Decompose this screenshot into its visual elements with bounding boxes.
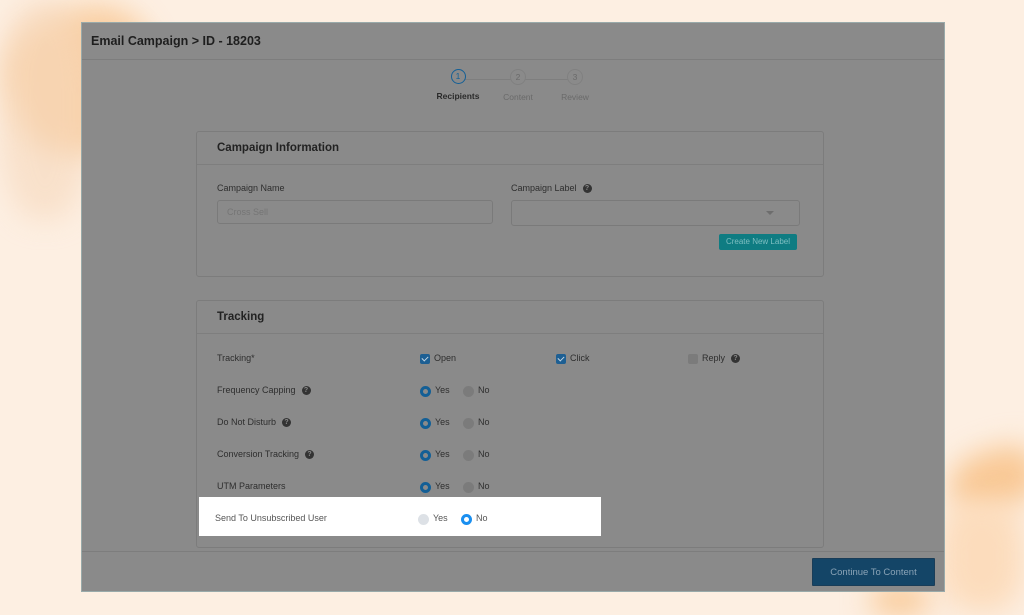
help-icon[interactable]: ? — [301, 386, 311, 396]
card-title: Tracking — [217, 311, 265, 323]
breadcrumb: Email Campaign > ID - 18203 — [91, 34, 261, 48]
tracking-open-option[interactable]: Open — [420, 351, 456, 365]
radio-selected[interactable] — [420, 417, 431, 429]
campaign-name-input[interactable] — [217, 200, 493, 224]
option-label: Yes — [435, 417, 450, 427]
step-recipients[interactable]: 1 Recipients — [428, 69, 488, 101]
checkbox-checked[interactable] — [420, 354, 430, 364]
option-label: Click — [570, 353, 590, 363]
campaign-name-label: Campaign Name — [217, 183, 285, 193]
option-label: No — [478, 417, 490, 427]
card-header: Campaign Information — [197, 132, 823, 165]
step-number: 2 — [510, 69, 526, 85]
tracking-click-option[interactable]: Click — [556, 351, 590, 365]
tracking-reply-option[interactable]: Reply ? — [688, 351, 741, 365]
step-number: 3 — [567, 69, 583, 85]
background-decoration — [940, 500, 1024, 612]
row-label: Send To Unsubscribed User — [215, 513, 327, 523]
no-option[interactable]: No — [463, 479, 490, 493]
option-label: Open — [434, 353, 457, 363]
conversion-tracking-row: Conversion Tracking? Yes No — [197, 447, 823, 463]
campaign-label-text: Campaign Label — [511, 183, 577, 193]
no-option[interactable]: No — [463, 415, 490, 429]
step-label: Review — [561, 92, 589, 102]
campaign-label-select[interactable] — [511, 200, 800, 226]
tracking-row: Tracking* Open Click Reply ? — [197, 351, 823, 367]
card-header: Tracking — [197, 301, 823, 334]
radio-unselected[interactable] — [463, 417, 474, 429]
do-not-disturb-row: Do Not Disturb? Yes No — [197, 415, 823, 431]
help-icon[interactable]: ? — [731, 353, 741, 363]
yes-option[interactable]: Yes — [418, 511, 448, 525]
yes-option[interactable]: Yes — [420, 447, 450, 461]
tracking-label: Tracking* — [217, 353, 255, 363]
radio-selected[interactable] — [420, 481, 431, 493]
frequency-capping-row: Frequency Capping? Yes No — [197, 383, 823, 399]
checkbox-unchecked[interactable] — [688, 354, 698, 364]
create-new-label-button[interactable]: Create New Label — [719, 234, 797, 250]
window-header: Email Campaign > ID - 18203 — [82, 23, 944, 60]
option-label: No — [478, 385, 490, 395]
step-content[interactable]: 2 Content — [488, 69, 548, 102]
radio-unselected[interactable] — [463, 481, 474, 493]
step-number: 1 — [450, 69, 466, 84]
row-label: Conversion Tracking? — [217, 447, 315, 461]
yes-option[interactable]: Yes — [420, 415, 450, 429]
card-title: Campaign Information — [217, 142, 340, 154]
radio-selected[interactable] — [420, 385, 431, 397]
step-label: Recipients — [436, 91, 480, 101]
option-label: Yes — [435, 385, 450, 395]
background-decoration — [0, 0, 90, 220]
no-option[interactable]: No — [461, 511, 488, 525]
radio-unselected[interactable] — [418, 513, 429, 525]
row-label: Frequency Capping? — [217, 383, 311, 397]
option-label: No — [476, 513, 488, 523]
yes-option[interactable]: Yes — [420, 479, 450, 493]
campaign-label-label: Campaign Label? — [511, 183, 592, 194]
utm-parameters-row: UTM Parameters Yes No — [197, 479, 823, 495]
help-icon[interactable]: ? — [282, 418, 292, 428]
radio-unselected[interactable] — [463, 449, 474, 461]
help-icon[interactable]: ? — [582, 184, 592, 194]
chevron-down-icon — [766, 211, 774, 215]
row-label: UTM Parameters — [217, 481, 286, 491]
radio-selected[interactable] — [420, 449, 431, 461]
option-label: No — [478, 449, 490, 459]
step-review[interactable]: 3 Review — [545, 69, 605, 102]
radio-selected[interactable] — [461, 513, 472, 525]
yes-option[interactable]: Yes — [420, 383, 450, 397]
option-label: Reply — [702, 353, 726, 363]
no-option[interactable]: No — [463, 383, 490, 397]
option-label: No — [478, 481, 490, 491]
row-label: Do Not Disturb? — [217, 415, 292, 429]
option-label: Yes — [435, 449, 450, 459]
radio-unselected[interactable] — [463, 385, 474, 397]
step-label: Content — [503, 92, 533, 102]
checkbox-checked[interactable] — [556, 354, 566, 364]
option-label: Yes — [433, 513, 448, 523]
continue-to-content-button[interactable]: Continue To Content — [812, 558, 935, 586]
no-option[interactable]: No — [463, 447, 490, 461]
help-icon[interactable]: ? — [305, 450, 315, 460]
stepper: 1 Recipients 2 Content 3 Review — [428, 69, 603, 109]
campaign-information-card: Campaign Information Campaign Name Campa… — [196, 131, 824, 277]
send-to-unsubscribed-row: Send To Unsubscribed User Yes No — [199, 497, 601, 536]
option-label: Yes — [435, 481, 450, 491]
footer-divider — [82, 551, 944, 552]
